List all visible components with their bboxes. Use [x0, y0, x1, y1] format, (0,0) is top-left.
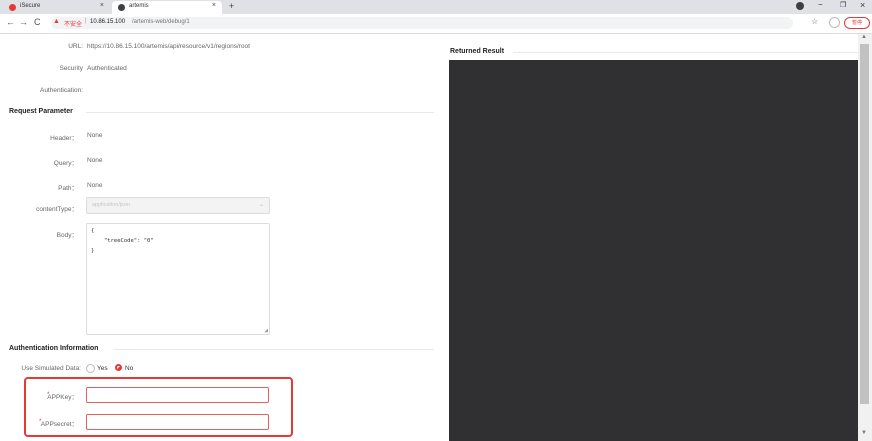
returned-result-panel	[449, 60, 858, 441]
new-tab-button[interactable]: +	[229, 1, 234, 11]
chevron-down-icon: ⌄	[258, 202, 264, 208]
tab-artemis[interactable]: artemis ×	[112, 1, 222, 14]
url-path: /artemis-web/debug/1	[132, 19, 190, 25]
reload-icon[interactable]: C	[34, 17, 41, 27]
body-textarea[interactable]: { "treeCode": "0" } ◢	[86, 223, 270, 335]
browser-tab-strip: iSecure × artemis × + − ❐ ×	[0, 0, 872, 14]
url-field[interactable]: ▲ 不安全 | 10.86.15.100 /artemis-web/debug/…	[51, 17, 818, 29]
tab-close-icon[interactable]: ×	[212, 2, 216, 9]
request-parameter-heading: Request Parameter	[9, 108, 73, 115]
body-line: {	[91, 228, 95, 234]
star-icon[interactable]: ☆	[811, 17, 818, 26]
globe-favicon-icon	[118, 4, 125, 11]
radio-dot-icon	[118, 367, 121, 370]
appsecret-input[interactable]	[86, 414, 269, 430]
scroll-up-icon[interactable]: ▲	[861, 34, 867, 40]
address-bar-row: ← → C ▲ 不安全 | 10.86.15.100 /artemis-web/…	[0, 14, 872, 34]
scroll-down-icon[interactable]: ▼	[861, 430, 867, 436]
security-label: Security	[59, 65, 83, 72]
radio-yes[interactable]	[86, 364, 95, 373]
profile-dot-icon[interactable]	[796, 2, 804, 10]
auth-info-heading: Authentication Information	[9, 345, 99, 352]
scrollbar-thumb[interactable]	[860, 44, 869, 404]
forward-arrow-icon[interactable]: →	[19, 17, 28, 27]
appkey-input[interactable]	[86, 387, 269, 403]
content-type-select[interactable]: application/json ⌄	[86, 197, 270, 214]
simulated-data-label: Use Simulated Data:	[21, 365, 81, 372]
content-type-value: application/json	[92, 202, 130, 208]
query-label: Query：	[53, 160, 78, 167]
path-value: None	[87, 182, 103, 189]
radio-no-selected[interactable]	[115, 364, 122, 371]
scrollbar[interactable]: ▲ ▼	[858, 34, 872, 441]
tab-title: artemis	[129, 3, 149, 9]
appsecret-label: APPsecret：	[40, 421, 78, 428]
tab-title: iSecure	[20, 3, 41, 9]
path-label: Path：	[58, 185, 78, 192]
body-label: Body：	[56, 232, 78, 239]
url-value: https://10.86.15.100/artemis/api/resourc…	[87, 43, 250, 50]
appkey-label: APPKey：	[47, 394, 78, 401]
url-host: 10.86.15.100	[90, 19, 126, 25]
authentication-label: Authentication:	[39, 87, 83, 94]
back-arrow-icon[interactable]: ←	[6, 17, 15, 27]
warning-triangle-icon: ▲	[53, 18, 60, 25]
separator: |	[85, 18, 87, 24]
radio-yes-label: Yes	[97, 365, 108, 372]
divider	[86, 112, 434, 113]
minimize-button[interactable]: −	[818, 0, 823, 9]
radio-no-label: No	[125, 365, 134, 372]
insecure-label: 不安全	[64, 22, 83, 28]
body-line: }	[91, 248, 95, 254]
query-value: None	[87, 157, 103, 164]
header-value: None	[87, 132, 103, 139]
security-value: Authenticated	[87, 65, 127, 72]
page-content: URL: https://10.86.15.100/artemis/api/re…	[0, 34, 872, 441]
resize-handle-icon[interactable]: ◢	[264, 327, 268, 334]
divider	[114, 349, 434, 350]
close-window-button[interactable]: ×	[860, 0, 865, 10]
header-label: Header：	[50, 135, 78, 142]
url-label: URL:	[68, 43, 83, 50]
tab-close-icon[interactable]: ×	[100, 2, 104, 9]
divider	[513, 52, 858, 53]
extension-badge[interactable]: 暂停	[844, 17, 870, 29]
avatar[interactable]	[829, 17, 840, 28]
returned-result-heading: Returned Result	[450, 48, 505, 55]
body-line: "treeCode": "0"	[104, 238, 154, 244]
shield-favicon-icon	[9, 4, 16, 11]
restore-button[interactable]: ❐	[840, 1, 846, 9]
content-type-label: contentType：	[36, 206, 78, 213]
tab-isecure[interactable]: iSecure ×	[3, 1, 110, 14]
